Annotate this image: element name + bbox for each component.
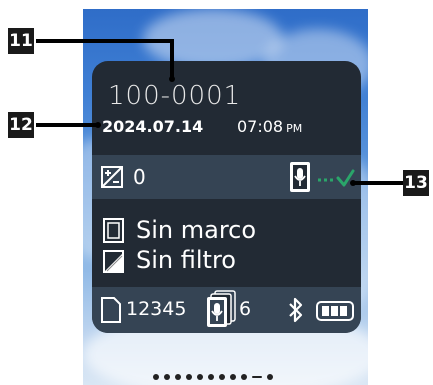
callout-11: 11 <box>8 28 34 54</box>
callout-leaders <box>36 39 403 186</box>
callout-13: 13 <box>403 170 429 196</box>
callout-12: 12 <box>8 112 34 138</box>
